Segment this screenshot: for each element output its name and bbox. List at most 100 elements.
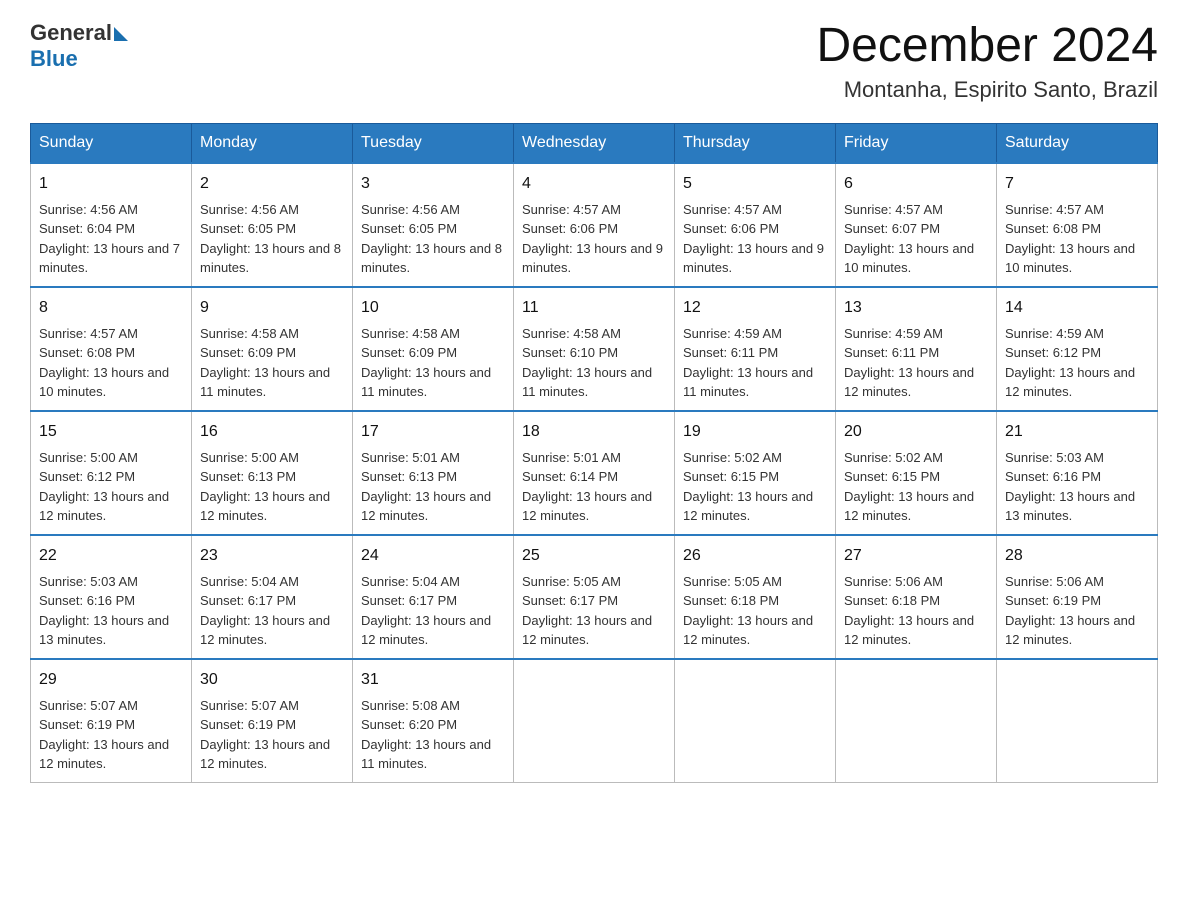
calendar-cell <box>836 659 997 783</box>
calendar-cell: 22 Sunrise: 5:03 AMSunset: 6:16 PMDayligh… <box>31 535 192 659</box>
day-number: 6 <box>844 172 988 196</box>
calendar-cell: 23Sunrise: 5:04 AMSunset: 6:17 PMDayligh… <box>192 535 353 659</box>
day-number: 8 <box>39 296 183 320</box>
day-number: 21 <box>1005 420 1149 444</box>
day-number: 14 <box>1005 296 1149 320</box>
day-info: Sunrise: 4:57 AMSunset: 6:06 PMDaylight:… <box>683 202 824 276</box>
logo-blue-text: Blue <box>30 46 78 72</box>
day-info: Sunrise: 5:03 AMSunset: 6:16 PMDaylight:… <box>1005 450 1135 524</box>
day-number: 22 <box>39 544 183 568</box>
day-info: Sunrise: 5:06 AMSunset: 6:19 PMDaylight:… <box>1005 574 1135 648</box>
day-info: Sunrise: 4:57 AMSunset: 6:06 PMDaylight:… <box>522 202 663 276</box>
calendar-cell: 26Sunrise: 5:05 AMSunset: 6:18 PMDayligh… <box>675 535 836 659</box>
day-info: Sunrise: 4:59 AMSunset: 6:12 PMDaylight:… <box>1005 326 1135 400</box>
col-header-tuesday: Tuesday <box>353 123 514 163</box>
page-header: General Blue December 2024 Montanha, Esp… <box>30 20 1158 103</box>
day-info: Sunrise: 5:04 AMSunset: 6:17 PMDaylight:… <box>361 574 491 648</box>
day-info: Sunrise: 4:58 AMSunset: 6:09 PMDaylight:… <box>200 326 330 400</box>
month-title: December 2024 <box>816 20 1158 73</box>
day-info: Sunrise: 4:57 AMSunset: 6:07 PMDaylight:… <box>844 202 974 276</box>
day-info: Sunrise: 5:05 AMSunset: 6:17 PMDaylight:… <box>522 574 652 648</box>
day-info: Sunrise: 4:59 AMSunset: 6:11 PMDaylight:… <box>683 326 813 400</box>
calendar-cell: 16 Sunrise: 5:00 AMSunset: 6:13 PMDayligh… <box>192 411 353 535</box>
col-header-friday: Friday <box>836 123 997 163</box>
day-info: Sunrise: 4:56 AMSunset: 6:05 PMDaylight:… <box>200 202 341 276</box>
day-number: 26 <box>683 544 827 568</box>
week-row-1: 1 Sunrise: 4:56 AMSunset: 6:04 PMDaylight… <box>31 163 1158 287</box>
calendar-cell: 17Sunrise: 5:01 AMSunset: 6:13 PMDayligh… <box>353 411 514 535</box>
calendar-cell: 25 Sunrise: 5:05 AMSunset: 6:17 PMDayligh… <box>514 535 675 659</box>
calendar-cell <box>675 659 836 783</box>
day-number: 19 <box>683 420 827 444</box>
day-info: Sunrise: 5:04 AMSunset: 6:17 PMDaylight:… <box>200 574 330 648</box>
day-number: 16 <box>200 420 344 444</box>
calendar-cell: 11 Sunrise: 4:58 AMSunset: 6:10 PMDayligh… <box>514 287 675 411</box>
day-number: 30 <box>200 668 344 692</box>
week-row-4: 22 Sunrise: 5:03 AMSunset: 6:16 PMDayligh… <box>31 535 1158 659</box>
calendar-header-row: SundayMondayTuesdayWednesdayThursdayFrid… <box>31 123 1158 163</box>
calendar-cell: 27 Sunrise: 5:06 AMSunset: 6:18 PMDayligh… <box>836 535 997 659</box>
calendar-table: SundayMondayTuesdayWednesdayThursdayFrid… <box>30 123 1158 783</box>
calendar-cell: 15Sunrise: 5:00 AMSunset: 6:12 PMDayligh… <box>31 411 192 535</box>
day-number: 20 <box>844 420 988 444</box>
day-number: 31 <box>361 668 505 692</box>
calendar-cell: 7 Sunrise: 4:57 AMSunset: 6:08 PMDaylight… <box>997 163 1158 287</box>
day-info: Sunrise: 5:02 AMSunset: 6:15 PMDaylight:… <box>844 450 974 524</box>
week-row-2: 8 Sunrise: 4:57 AMSunset: 6:08 PMDaylight… <box>31 287 1158 411</box>
day-info: Sunrise: 5:00 AMSunset: 6:13 PMDaylight:… <box>200 450 330 524</box>
calendar-cell: 20 Sunrise: 5:02 AMSunset: 6:15 PMDayligh… <box>836 411 997 535</box>
calendar-cell: 18Sunrise: 5:01 AMSunset: 6:14 PMDayligh… <box>514 411 675 535</box>
calendar-cell: 12 Sunrise: 4:59 AMSunset: 6:11 PMDayligh… <box>675 287 836 411</box>
day-info: Sunrise: 4:56 AMSunset: 6:04 PMDaylight:… <box>39 202 180 276</box>
day-number: 3 <box>361 172 505 196</box>
calendar-cell: 28 Sunrise: 5:06 AMSunset: 6:19 PMDayligh… <box>997 535 1158 659</box>
col-header-thursday: Thursday <box>675 123 836 163</box>
calendar-cell: 8 Sunrise: 4:57 AMSunset: 6:08 PMDaylight… <box>31 287 192 411</box>
col-header-sunday: Sunday <box>31 123 192 163</box>
day-info: Sunrise: 4:58 AMSunset: 6:10 PMDaylight:… <box>522 326 652 400</box>
calendar-cell: 30 Sunrise: 5:07 AMSunset: 6:19 PMDayligh… <box>192 659 353 783</box>
calendar-cell <box>514 659 675 783</box>
calendar-cell: 13Sunrise: 4:59 AMSunset: 6:11 PMDayligh… <box>836 287 997 411</box>
day-info: Sunrise: 5:07 AMSunset: 6:19 PMDaylight:… <box>200 698 330 772</box>
day-number: 4 <box>522 172 666 196</box>
day-number: 25 <box>522 544 666 568</box>
calendar-cell: 2Sunrise: 4:56 AMSunset: 6:05 PMDaylight… <box>192 163 353 287</box>
logo: General Blue <box>30 20 128 72</box>
day-info: Sunrise: 4:59 AMSunset: 6:11 PMDaylight:… <box>844 326 974 400</box>
calendar-cell: 24 Sunrise: 5:04 AMSunset: 6:17 PMDayligh… <box>353 535 514 659</box>
day-number: 7 <box>1005 172 1149 196</box>
day-number: 28 <box>1005 544 1149 568</box>
day-number: 12 <box>683 296 827 320</box>
calendar-cell: 29 Sunrise: 5:07 AMSunset: 6:19 PMDayligh… <box>31 659 192 783</box>
col-header-wednesday: Wednesday <box>514 123 675 163</box>
day-info: Sunrise: 4:58 AMSunset: 6:09 PMDaylight:… <box>361 326 491 400</box>
calendar-cell: 4 Sunrise: 4:57 AMSunset: 6:06 PMDaylight… <box>514 163 675 287</box>
location-title: Montanha, Espirito Santo, Brazil <box>816 77 1158 103</box>
day-number: 1 <box>39 172 183 196</box>
day-number: 11 <box>522 296 666 320</box>
calendar-cell: 6 Sunrise: 4:57 AMSunset: 6:07 PMDaylight… <box>836 163 997 287</box>
calendar-cell: 31 Sunrise: 5:08 AMSunset: 6:20 PMDayligh… <box>353 659 514 783</box>
day-info: Sunrise: 5:01 AMSunset: 6:13 PMDaylight:… <box>361 450 491 524</box>
calendar-cell: 9Sunrise: 4:58 AMSunset: 6:09 PMDaylight… <box>192 287 353 411</box>
day-info: Sunrise: 4:57 AMSunset: 6:08 PMDaylight:… <box>39 326 169 400</box>
day-info: Sunrise: 4:57 AMSunset: 6:08 PMDaylight:… <box>1005 202 1135 276</box>
col-header-saturday: Saturday <box>997 123 1158 163</box>
day-number: 29 <box>39 668 183 692</box>
day-number: 27 <box>844 544 988 568</box>
day-info: Sunrise: 5:06 AMSunset: 6:18 PMDaylight:… <box>844 574 974 648</box>
day-info: Sunrise: 5:03 AMSunset: 6:16 PMDaylight:… <box>39 574 169 648</box>
week-row-5: 29 Sunrise: 5:07 AMSunset: 6:19 PMDayligh… <box>31 659 1158 783</box>
day-info: Sunrise: 5:02 AMSunset: 6:15 PMDaylight:… <box>683 450 813 524</box>
day-number: 5 <box>683 172 827 196</box>
day-number: 10 <box>361 296 505 320</box>
day-info: Sunrise: 5:07 AMSunset: 6:19 PMDaylight:… <box>39 698 169 772</box>
day-info: Sunrise: 5:01 AMSunset: 6:14 PMDaylight:… <box>522 450 652 524</box>
calendar-cell: 19 Sunrise: 5:02 AMSunset: 6:15 PMDayligh… <box>675 411 836 535</box>
logo-triangle-icon <box>114 27 128 41</box>
day-number: 24 <box>361 544 505 568</box>
day-info: Sunrise: 5:08 AMSunset: 6:20 PMDaylight:… <box>361 698 491 772</box>
calendar-cell: 21 Sunrise: 5:03 AMSunset: 6:16 PMDayligh… <box>997 411 1158 535</box>
day-info: Sunrise: 4:56 AMSunset: 6:05 PMDaylight:… <box>361 202 502 276</box>
